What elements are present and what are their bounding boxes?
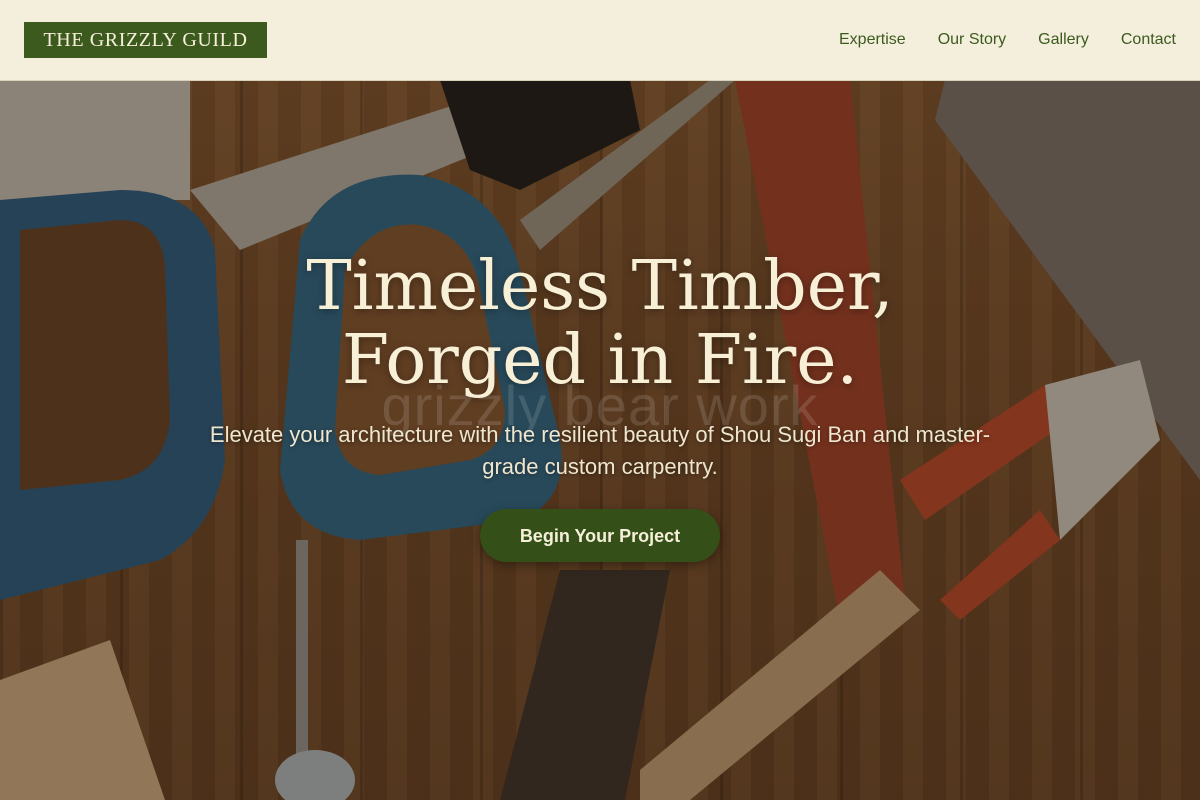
hero-section: Timeless Timber, Forged in Fire. grizzly… xyxy=(0,80,1200,800)
brand-logo[interactable]: THE GRIZZLY GUILD xyxy=(24,22,267,58)
landing-page: THE GRIZZLY GUILD Expertise Our Story Ga… xyxy=(0,0,1200,800)
nav-link-our-story[interactable]: Our Story xyxy=(938,29,1006,51)
begin-project-button[interactable]: Begin Your Project xyxy=(480,509,720,562)
hero-subtext: Elevate your architecture with the resil… xyxy=(209,422,991,479)
nav-link-expertise[interactable]: Expertise xyxy=(839,29,906,51)
nav-link-gallery[interactable]: Gallery xyxy=(1038,29,1089,51)
nav-link-contact[interactable]: Contact xyxy=(1121,29,1176,51)
site-header: THE GRIZZLY GUILD Expertise Our Story Ga… xyxy=(0,0,1200,81)
headline-line-1: Timeless Timber, xyxy=(306,247,894,326)
main-nav: Expertise Our Story Gallery Contact xyxy=(839,29,1176,51)
